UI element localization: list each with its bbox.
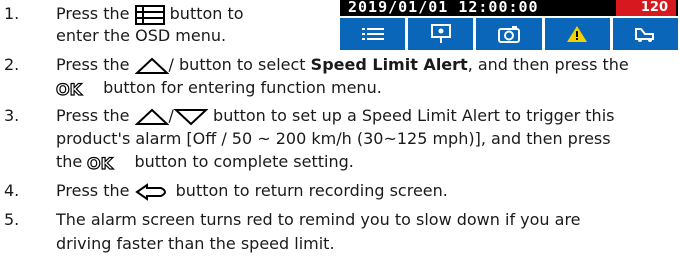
- step-text: Press the: [56, 55, 130, 74]
- ok-icon: OK: [87, 155, 114, 171]
- down-arrow-icon: [173, 108, 208, 125]
- up-arrow-icon: [134, 108, 169, 125]
- device-toolbar: [340, 18, 679, 50]
- step-text: Press the: [56, 4, 130, 23]
- svg-text:OK: OK: [56, 81, 83, 97]
- speed-badge: 120: [616, 0, 676, 16]
- ok-icon: OK: [56, 81, 83, 97]
- step-text: button for entering function menu.: [103, 78, 382, 97]
- step-number: 1.: [4, 4, 20, 23]
- step-text: button to set up a Speed Limit Alert to …: [213, 106, 615, 125]
- step-text: button to complete setting.: [134, 152, 354, 171]
- parking-icon: [430, 24, 451, 43]
- step-number: 2.: [4, 55, 20, 74]
- step-text: button to return recording screen.: [175, 181, 448, 200]
- warning-icon: [567, 26, 588, 42]
- device-camera-button[interactable]: [476, 18, 542, 50]
- speed-limit-alert-label: Speed Limit Alert: [310, 55, 468, 74]
- device-parking-button[interactable]: [408, 18, 474, 50]
- device-menu-button[interactable]: [340, 18, 406, 50]
- step-text: driving faster than the speed limit.: [56, 234, 335, 253]
- menu-icon: [134, 4, 165, 25]
- step-text: Press the: [56, 181, 130, 200]
- step-text: button to: [169, 4, 244, 23]
- step-number: 4.: [4, 181, 20, 200]
- step-number: 5.: [4, 210, 20, 229]
- back-arrow-icon: [134, 182, 166, 201]
- step-text: / button to select: [168, 55, 306, 74]
- speed-value: 120: [640, 0, 668, 15]
- step-text: the: [56, 152, 83, 171]
- car-icon: [635, 28, 655, 42]
- timestamp: 2019/01/01 12:00:00: [348, 0, 539, 16]
- camera-icon: [498, 26, 520, 43]
- up-arrow-icon: [134, 57, 169, 74]
- device-warning-button[interactable]: [544, 18, 610, 50]
- device-car-button[interactable]: [612, 18, 679, 50]
- step-text: The alarm screen turns red to remind you…: [56, 210, 581, 229]
- svg-text:OK: OK: [87, 155, 114, 171]
- menu-icon: [361, 28, 384, 40]
- step-text: , and then press the: [467, 55, 629, 74]
- step-text: product's alarm [Off / 50 ~ 200 km/h (30…: [56, 129, 611, 148]
- step-text: Press the: [56, 106, 130, 125]
- step-text: enter the OSD menu.: [56, 26, 227, 45]
- device-screen: 2019/01/01 12:00:00 120: [340, 0, 679, 50]
- step-number: 3.: [4, 106, 20, 125]
